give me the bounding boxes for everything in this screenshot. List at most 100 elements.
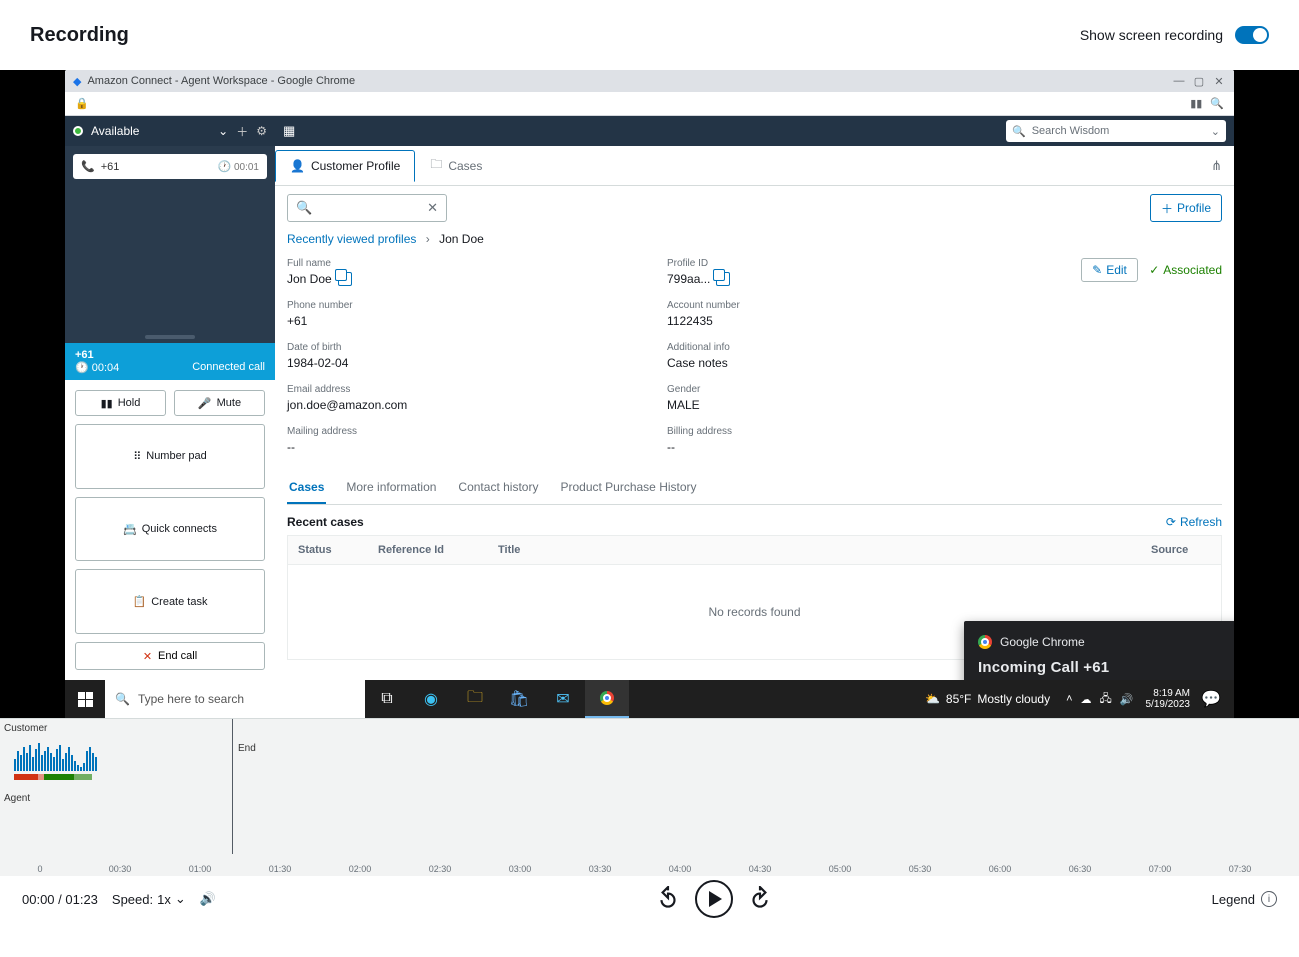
start-button[interactable] <box>65 680 105 718</box>
subtab-contact-history[interactable]: Contact history <box>456 472 540 504</box>
screen-recording-toggle[interactable] <box>1235 26 1269 44</box>
settings-icon[interactable]: ⚙ <box>256 124 267 138</box>
profile-search-input[interactable]: 🔍 ✕ <box>287 194 447 222</box>
taskbar-clock[interactable]: 8:19 AM 5/19/2023 <box>1140 688 1197 710</box>
subtab-cases[interactable]: Cases <box>287 472 326 504</box>
chrome-window: ◆ Amazon Connect - Agent Workspace - Goo… <box>65 70 1234 718</box>
taskbar-weather[interactable]: ⛅ 85°F Mostly cloudy <box>915 692 1060 706</box>
window-close-button[interactable]: ✕ <box>1212 75 1226 88</box>
taskbar-mail[interactable]: ✉ <box>541 680 585 718</box>
clear-icon[interactable]: ✕ <box>427 200 438 216</box>
chrome-logo-icon: ◆ <box>73 75 81 88</box>
pause-icon: ▮▮ <box>101 397 113 410</box>
label-billing: Billing address <box>667 426 967 437</box>
edit-button[interactable]: ✎Edit <box>1081 258 1138 282</box>
task-icon: 📋 <box>133 595 147 608</box>
tab-customer-profile[interactable]: 👤Customer Profile <box>275 150 415 182</box>
volume-button[interactable]: 🔊 <box>200 891 216 907</box>
tab-cases[interactable]: 🗀Cases <box>415 146 497 185</box>
number-pad-button[interactable]: ⠿Number pad <box>75 424 265 489</box>
breadcrumb-root[interactable]: Recently viewed profiles <box>287 232 416 246</box>
forward-10-button[interactable] <box>747 886 773 912</box>
dialpad-icon: ⠿ <box>133 450 141 463</box>
chrome-titlebar: ◆ Amazon Connect - Agent Workspace - Goo… <box>65 70 1234 92</box>
camera-icon[interactable]: ▮▮ <box>1190 97 1202 110</box>
chevron-down-icon: ⌄ <box>175 891 186 907</box>
label-account: Account number <box>667 300 967 311</box>
chevron-down-icon: ⌄ <box>1211 125 1220 138</box>
label-additional: Additional info <box>667 342 967 353</box>
search-icon: 🔍 <box>115 692 130 706</box>
taskbar-store[interactable]: 🛍 <box>497 680 541 718</box>
chrome-window-title: Amazon Connect - Agent Workspace - Googl… <box>87 75 355 87</box>
track-label-agent: Agent <box>4 793 30 804</box>
taskbar-search[interactable]: 🔍Type here to search <box>105 680 365 718</box>
contact-timer: 00:01 <box>234 162 259 173</box>
network-icon[interactable]: 🖧 <box>1100 690 1112 709</box>
copy-name-button[interactable] <box>338 272 352 286</box>
taskbar-explorer[interactable]: 🗀 <box>453 680 497 718</box>
ccp-panel: Available ⌄ ＋ ⚙ 📞 +61 🕐 00:01 +61 🕐 00:0… <box>65 116 275 680</box>
subtab-more-info[interactable]: More information <box>344 472 438 504</box>
share-icon[interactable]: ⋔ <box>1207 154 1226 178</box>
end-call-button[interactable]: ✕End call <box>75 642 265 670</box>
onedrive-icon[interactable]: ☁ <box>1081 693 1092 706</box>
chrome-notification[interactable]: Google Chrome ✕ Incoming Call +61 <box>964 621 1234 680</box>
playhead[interactable] <box>232 719 233 854</box>
quick-connects-button[interactable]: 📇Quick connects <box>75 497 265 562</box>
calendar-icon[interactable]: ▦ <box>283 123 295 139</box>
folder-icon: 🗀 <box>430 155 442 176</box>
copy-id-button[interactable] <box>716 272 730 286</box>
taskbar-edge[interactable]: ◉ <box>409 680 453 718</box>
hold-button[interactable]: ▮▮Hold <box>75 390 166 416</box>
wisdom-search[interactable]: 🔍 Search Wisdom ⌄ <box>1006 120 1226 142</box>
value-billing: -- <box>667 440 967 454</box>
playback-speed[interactable]: Speed: 1x ⌄ <box>112 891 186 907</box>
window-maximize-button[interactable]: ▢ <box>1192 75 1206 88</box>
refresh-button[interactable]: ⟳Refresh <box>1166 515 1222 529</box>
zoom-icon[interactable]: 🔍 <box>1210 97 1224 110</box>
weather-cond: Mostly cloudy <box>977 692 1050 706</box>
weather-icon: ⛅ <box>925 692 940 706</box>
system-tray[interactable]: ˄ ☁ 🖧 🔊 <box>1060 690 1139 709</box>
action-center-button[interactable]: 💬 <box>1196 689 1226 709</box>
sentiment-bar <box>14 774 92 780</box>
new-contact-button[interactable]: ＋ <box>236 123 248 140</box>
contact-card[interactable]: 📞 +61 🕐 00:01 <box>73 154 267 179</box>
clock-icon: 🕐 <box>75 362 89 374</box>
label-mailing: Mailing address <box>287 426 667 437</box>
play-button[interactable] <box>695 880 733 918</box>
chevron-down-icon[interactable]: ⌄ <box>218 124 228 138</box>
mute-button[interactable]: 🎤Mute <box>174 390 265 416</box>
recording-timeline[interactable]: Customer Agent End 000:3001:0001:3002:00… <box>0 718 1299 876</box>
ccp-controls: ▮▮Hold 🎤Mute ⠿Number pad 📇Quick connects… <box>65 380 275 680</box>
breadcrumb-current: Jon Doe <box>439 232 484 246</box>
add-profile-button[interactable]: ＋Profile <box>1150 194 1222 222</box>
volume-icon[interactable]: 🔊 <box>1120 693 1134 706</box>
connected-number: +61 <box>75 349 265 361</box>
task-view-button[interactable]: ⧉ <box>365 680 409 718</box>
window-minimize-button[interactable]: — <box>1172 75 1186 87</box>
col-title[interactable]: Title <box>488 536 1141 564</box>
col-source[interactable]: Source <box>1141 536 1221 564</box>
search-icon: 🔍 <box>1012 125 1026 138</box>
mic-icon: 🎤 <box>198 397 212 410</box>
chrome-icon <box>978 635 992 649</box>
rewind-10-button[interactable] <box>655 886 681 912</box>
info-icon: i <box>1261 891 1277 907</box>
player-bar: 00:00 / 01:23 Speed: 1x ⌄ 🔊 Legendi <box>0 876 1299 922</box>
taskbar-chrome[interactable] <box>585 680 629 718</box>
subtab-purchase-history[interactable]: Product Purchase History <box>558 472 698 504</box>
create-task-button[interactable]: 📋Create task <box>75 569 265 634</box>
col-reference[interactable]: Reference Id <box>368 536 488 564</box>
connected-state: Connected call <box>192 361 265 374</box>
chrome-address-bar: 🔒 ▮▮ 🔍 <box>65 92 1234 116</box>
label-full-name: Full name <box>287 258 667 269</box>
value-full-name: Jon Doe <box>287 272 332 286</box>
col-status[interactable]: Status <box>288 536 368 564</box>
drag-handle[interactable] <box>145 335 195 339</box>
legend-button[interactable]: Legendi <box>1212 891 1277 907</box>
chevron-up-icon[interactable]: ˄ <box>1066 693 1072 705</box>
ccp-status-bar[interactable]: Available ⌄ ＋ ⚙ <box>65 116 275 146</box>
track-label-customer: Customer <box>4 723 47 734</box>
